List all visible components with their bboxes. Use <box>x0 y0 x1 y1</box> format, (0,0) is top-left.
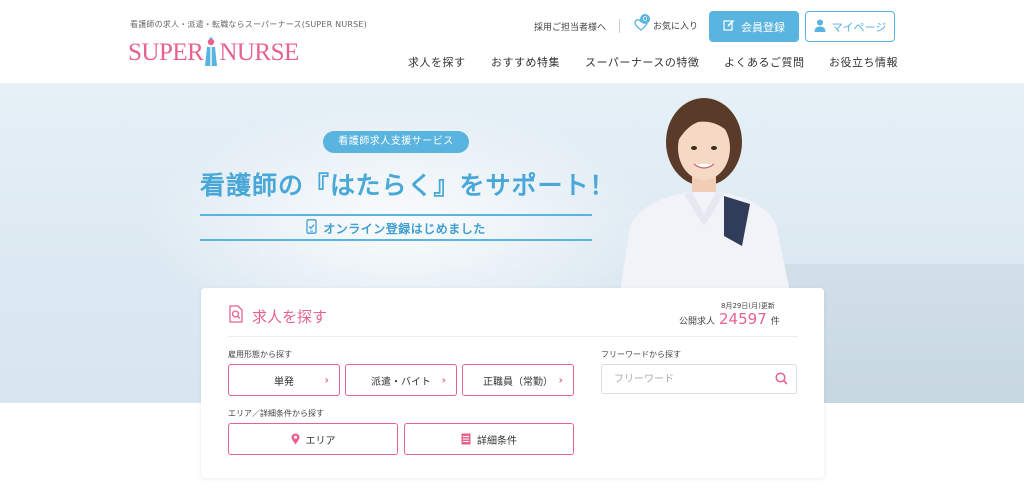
mypage-label: マイページ <box>831 20 887 34</box>
detail-conditions-button[interactable]: 詳細条件 <box>404 423 574 455</box>
single-shift-button[interactable]: 単発 › <box>228 364 340 396</box>
job-search-card: 求人を探す 8月29日(月)更新 公開求人 24597 件 雇用形態から探す 単… <box>201 288 824 478</box>
site-tagline: 看護師の求人・派遣・転職ならスーパーナース(SUPER NURSE) <box>130 20 368 29</box>
nav-item-useful-info[interactable]: お役立ち情報 <box>829 54 898 70</box>
dispatch-parttime-label: 派遣・バイト <box>371 376 431 388</box>
service-pill: 看護師求人支援サービス <box>323 131 469 153</box>
hero-divider-top <box>200 214 592 216</box>
employment-type-label: 雇用形態から探す <box>228 350 292 359</box>
document-search-icon <box>228 305 244 327</box>
smartphone-icon <box>306 219 317 237</box>
fulltime-button[interactable]: 正職員（常勤） › <box>462 364 574 396</box>
favorites-link[interactable]: 0 お気に入り <box>634 14 699 32</box>
online-registration-text: オンライン登録はじめました <box>323 221 486 236</box>
heart-icon: 0 <box>634 14 650 32</box>
single-shift-label: 単発 <box>274 376 294 388</box>
hero-title: 看護師の『はたらく』をサポート！ <box>200 171 616 200</box>
area-button[interactable]: エリア <box>228 423 398 455</box>
online-registration-notice[interactable]: オンライン登録はじめました <box>200 218 592 238</box>
header-divider <box>619 19 620 33</box>
card-divider <box>228 336 798 337</box>
register-button[interactable]: 会員登録 <box>709 11 799 42</box>
hero-divider-bottom <box>200 239 592 241</box>
chevron-right-icon: › <box>441 373 446 387</box>
nav-item-faq[interactable]: よくあるご質問 <box>724 54 805 70</box>
freeword-input[interactable] <box>602 365 768 393</box>
count-unit: 件 <box>770 317 780 327</box>
main-nav: 求人を探す おすすめ特集 スーパーナースの特徴 よくあるご質問 お役立ち情報 <box>0 54 1024 70</box>
employer-link[interactable]: 採用ご担当者様へ <box>534 20 606 33</box>
count-number: 24597 <box>719 310 767 328</box>
nurse-photo <box>600 96 800 292</box>
site-header: 看護師の求人・派遣・転職ならスーパーナース(SUPER NURSE) SUPER… <box>0 0 1024 84</box>
chevron-right-icon: › <box>558 373 563 387</box>
job-search-title: 求人を探す <box>228 305 327 327</box>
search-button[interactable] <box>766 365 796 393</box>
job-search-title-text: 求人を探す <box>252 307 328 326</box>
public-job-count: 公開求人 24597 件 <box>679 310 780 328</box>
nav-item-about[interactable]: スーパーナースの特徴 <box>585 54 699 70</box>
chevron-right-icon: › <box>324 373 329 387</box>
area-detail-label: エリア／詳細条件から探す <box>228 409 324 418</box>
area-button-label: エリア <box>305 435 336 447</box>
search-icon <box>774 370 788 389</box>
freeword-search-box <box>601 364 797 394</box>
count-label: 公開求人 <box>679 317 716 327</box>
pencil-icon <box>723 19 735 34</box>
user-icon <box>814 19 826 35</box>
mypage-button[interactable]: マイページ <box>805 11 895 42</box>
favorites-label: お気に入り <box>653 21 699 32</box>
dispatch-parttime-button[interactable]: 派遣・バイト › <box>345 364 457 396</box>
location-pin-icon <box>291 433 300 445</box>
register-label: 会員登録 <box>741 20 785 34</box>
nav-item-features[interactable]: おすすめ特集 <box>491 54 560 70</box>
fulltime-label: 正職員（常勤） <box>483 376 553 388</box>
nav-item-search-jobs[interactable]: 求人を探す <box>408 54 466 70</box>
favorites-count-badge: 0 <box>640 14 650 24</box>
list-icon <box>461 433 471 445</box>
freeword-label: フリーワードから探す <box>601 350 681 359</box>
detail-conditions-label: 詳細条件 <box>477 435 517 447</box>
